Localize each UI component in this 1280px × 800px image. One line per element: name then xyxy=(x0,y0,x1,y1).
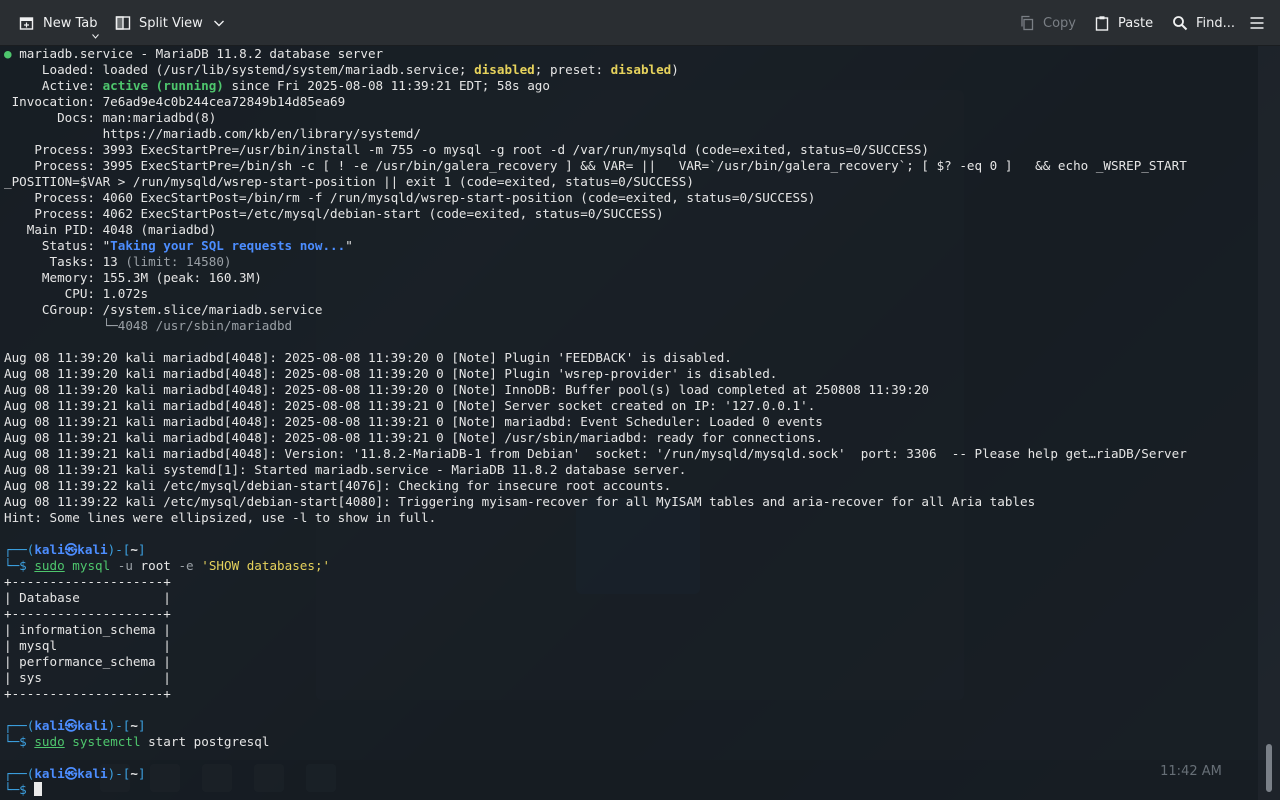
tasks-line: Tasks: 13 (limit: 14580) xyxy=(4,254,232,269)
process-line: Process: 4060 ExecStartPost=/bin/rm -f /… xyxy=(4,190,816,205)
copy-button[interactable]: Copy xyxy=(1018,0,1076,46)
cgroup-child-line: └─4048 /usr/sbin/mariadbd xyxy=(4,318,293,333)
split-view-button[interactable]: Split View xyxy=(114,0,228,46)
find-button[interactable]: Find... xyxy=(1171,0,1235,46)
db-table-line: | Database | xyxy=(4,590,171,605)
log-line: Aug 08 11:39:21 kali mariadbd[4048]: 202… xyxy=(4,398,816,413)
db-table-line: | mysql | xyxy=(4,638,171,653)
db-table-line: +--------------------+ xyxy=(4,606,171,621)
copy-label: Copy xyxy=(1043,15,1076,31)
text-cursor xyxy=(34,782,43,796)
prompt-top-line: ┌──(kali㉿kali)-[~] xyxy=(4,542,146,557)
log-line: Aug 08 11:39:22 kali /etc/mysql/debian-s… xyxy=(4,478,672,493)
db-table-line: | sys | xyxy=(4,670,171,685)
db-table-line: +--------------------+ xyxy=(4,686,171,701)
log-line: Aug 08 11:39:22 kali /etc/mysql/debian-s… xyxy=(4,494,1036,509)
process-line: Process: 3995 ExecStartPre=/bin/sh -c [ … xyxy=(4,158,1187,173)
copy-icon xyxy=(1018,14,1036,32)
log-line: Aug 08 11:39:20 kali mariadbd[4048]: 202… xyxy=(4,366,778,381)
db-table-line: +--------------------+ xyxy=(4,574,171,589)
new-tab-icon xyxy=(18,14,36,32)
find-label: Find... xyxy=(1196,15,1236,31)
current-command-line[interactable]: └─$ xyxy=(4,782,1258,798)
paste-button[interactable]: Paste xyxy=(1093,0,1153,46)
search-icon xyxy=(1171,14,1189,32)
memory-line: Memory: 155.3M (peak: 160.3M) xyxy=(4,270,262,285)
log-line: Aug 08 11:39:21 kali mariadbd[4048]: 202… xyxy=(4,414,823,429)
db-table-line: | information_schema | xyxy=(4,622,171,637)
chevron-down-icon[interactable] xyxy=(210,14,228,32)
service-header-line: ● mariadb.service - MariaDB 11.8.2 datab… xyxy=(4,46,384,61)
new-tab-dropdown-icon[interactable] xyxy=(92,28,99,43)
terminal-output[interactable]: ● mariadb.service - MariaDB 11.8.2 datab… xyxy=(0,46,1258,800)
cpu-line: CPU: 1.072s xyxy=(4,286,149,301)
db-table-line: | performance_schema | xyxy=(4,654,171,669)
command-line: └─$ sudo systemctl start postgresql xyxy=(4,734,270,749)
prompt-top-line: ┌──(kali㉿kali)-[~] xyxy=(4,766,146,781)
split-view-label: Split View xyxy=(139,15,203,31)
terminal-scrollbar[interactable] xyxy=(1258,46,1280,800)
split-view-icon xyxy=(114,14,132,32)
process-line: Process: 3993 ExecStartPre=/usr/bin/inst… xyxy=(4,142,930,157)
new-tab-label: New Tab xyxy=(43,15,98,31)
hint-line: Hint: Some lines were ellipsized, use -l… xyxy=(4,510,437,525)
paste-icon xyxy=(1093,14,1111,32)
process-line: Process: 4062 ExecStartPost=/etc/mysql/d… xyxy=(4,206,664,221)
cgroup-line: CGroup: /system.slice/mariadb.service xyxy=(4,302,323,317)
konsole-toolbar: New Tab Split View Copy Paste Find... xyxy=(0,0,1280,46)
hamburger-menu-icon xyxy=(1248,14,1266,32)
process-line: _POSITION=$VAR > /run/mysqld/wsrep-start… xyxy=(4,174,694,189)
status-dot-icon: ● xyxy=(4,46,12,61)
paste-label: Paste xyxy=(1118,15,1154,31)
docs-url-line: https://mariadb.com/kb/en/library/system… xyxy=(4,126,422,141)
status-line: Status: "Taking your SQL requests now...… xyxy=(4,238,353,253)
command-line: └─$ sudo mysql -u root -e 'SHOW database… xyxy=(4,558,331,573)
log-line: Aug 08 11:39:20 kali mariadbd[4048]: 202… xyxy=(4,350,732,365)
loaded-line: Loaded: loaded (/usr/lib/systemd/system/… xyxy=(4,62,679,77)
log-line: Aug 08 11:39:21 kali systemd[1]: Started… xyxy=(4,462,687,477)
invocation-line: Invocation: 7e6ad9e4c0b244cea72849b14d85… xyxy=(4,94,346,109)
log-line: Aug 08 11:39:21 kali mariadbd[4048]: 202… xyxy=(4,430,823,445)
scrollbar-thumb[interactable] xyxy=(1266,744,1272,792)
main-pid-line: Main PID: 4048 (mariadbd) xyxy=(4,222,217,237)
log-line: Aug 08 11:39:21 kali mariadbd[4048]: Ver… xyxy=(4,446,1187,461)
docs-line: Docs: man:mariadbd(8) xyxy=(4,110,217,125)
prompt-top-line: ┌──(kali㉿kali)-[~] xyxy=(4,718,146,733)
active-line: Active: active (running) since Fri 2025-… xyxy=(4,78,550,93)
log-line: Aug 08 11:39:20 kali mariadbd[4048]: 202… xyxy=(4,382,930,397)
tray-clock: 11:42 AM xyxy=(1160,764,1222,779)
hamburger-menu-button[interactable] xyxy=(1248,0,1266,46)
new-tab-button[interactable]: New Tab xyxy=(18,0,98,46)
